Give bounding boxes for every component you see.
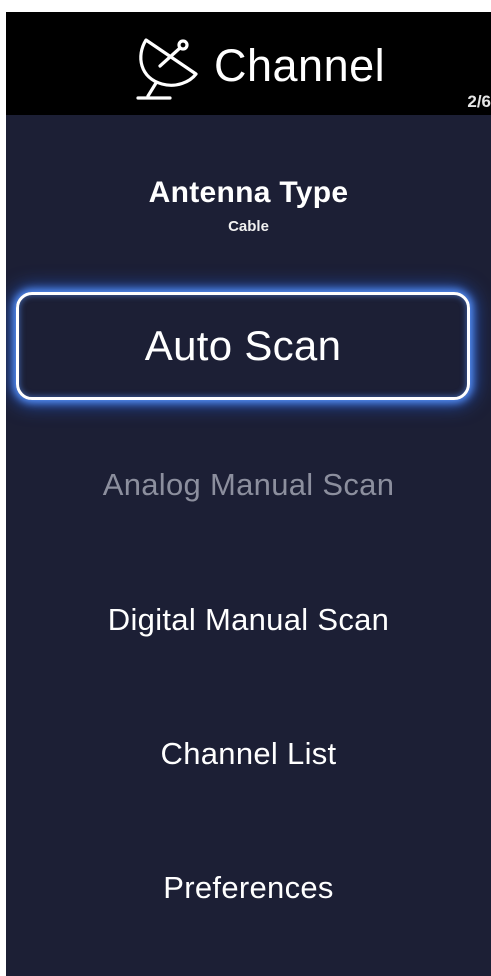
page-indicator: 2/6 [467,92,491,111]
channel-list-label: Channel List [160,736,337,771]
satellite-dish-icon [136,38,198,100]
preferences-label: Preferences [163,870,334,905]
antenna-type-value: Cable [228,218,269,235]
menu-item-auto-scan[interactable]: Auto Scan [16,292,470,400]
antenna-type-label: Antenna Type [148,176,349,209]
digital-manual-scan-label: Digital Manual Scan [107,602,390,637]
analog-manual-scan-label: Analog Manual Scan [102,467,395,502]
header-bar: Channel 2/6 [6,12,491,115]
menu-item-channel-list[interactable]: Channel List [6,736,491,772]
auto-scan-label: Auto Scan [144,322,342,369]
page-title: Channel [214,40,386,91]
menu-item-digital-manual-scan[interactable]: Digital Manual Scan [6,602,491,638]
menu-item-analog-manual-scan[interactable]: Analog Manual Scan [6,467,491,503]
channel-menu-screen: Channel 2/6 Antenna Type Cable Auto Scan… [6,12,491,976]
header-title-group: Channel [118,26,385,106]
menu-item-preferences[interactable]: Preferences [6,870,491,906]
menu-item-antenna-type[interactable]: Antenna Type Cable [6,176,491,235]
